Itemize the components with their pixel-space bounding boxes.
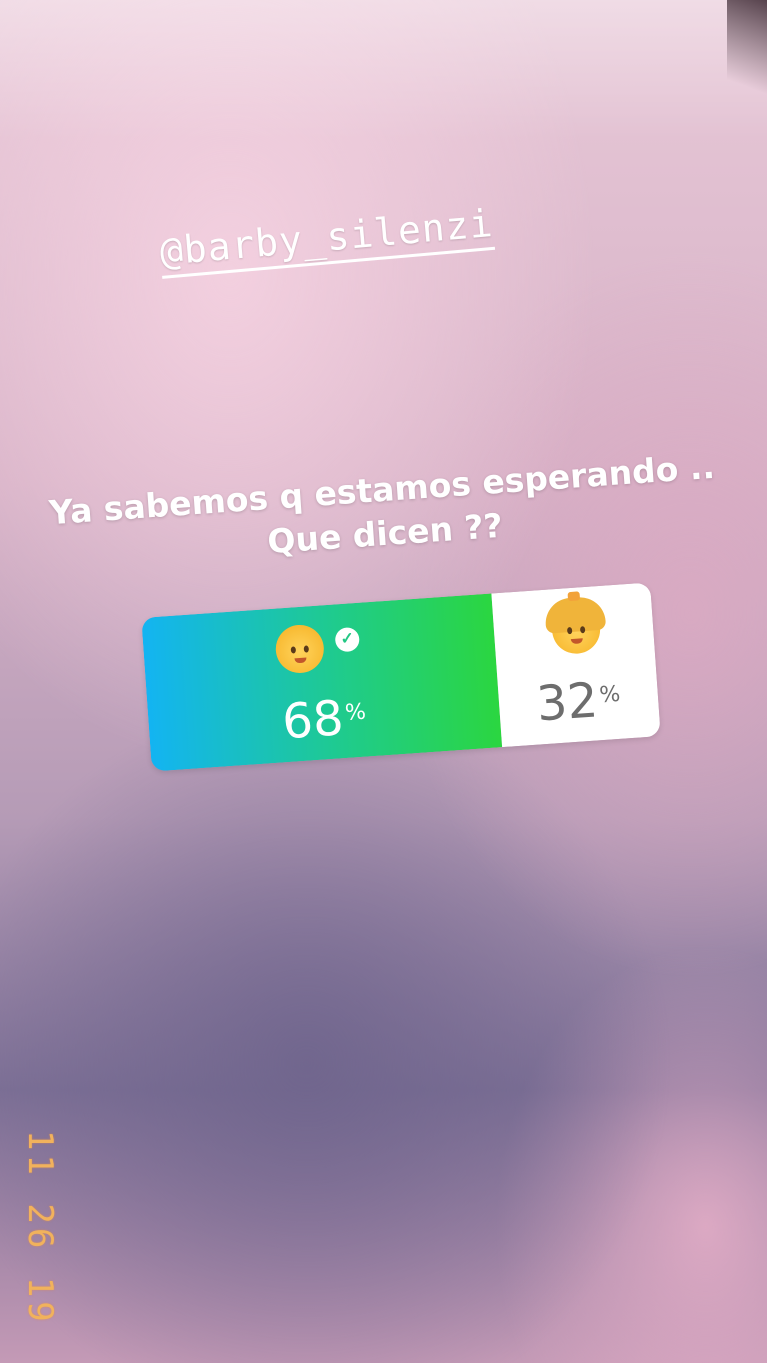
percent-unit: %: [344, 699, 367, 726]
percent-value: 32: [534, 672, 600, 733]
poll-result-right: 32%: [497, 664, 660, 735]
background-highlight: [0, 0, 767, 140]
girl-emoji-icon: [543, 591, 607, 656]
date-stamp: 11 26 19: [20, 1130, 60, 1326]
percent-value: 68: [280, 690, 346, 751]
background-shadow: [727, 0, 767, 120]
poll-option-baby[interactable]: ✓ 68%: [141, 593, 503, 772]
user-mention-sticker[interactable]: @barby_silenzi: [158, 190, 620, 279]
poll-option-girl[interactable]: 32%: [491, 582, 661, 748]
poll-sticker[interactable]: ✓ 68% 32%: [141, 582, 661, 772]
mention-text[interactable]: @barby_silenzi: [158, 200, 496, 279]
poll-result-left: 68%: [147, 675, 501, 759]
baby-emoji-icon: [274, 623, 326, 675]
percent-unit: %: [598, 681, 622, 709]
check-icon: ✓: [334, 626, 361, 653]
poll-question: Ya sabemos q estamos esperando .. Que di…: [0, 441, 767, 582]
